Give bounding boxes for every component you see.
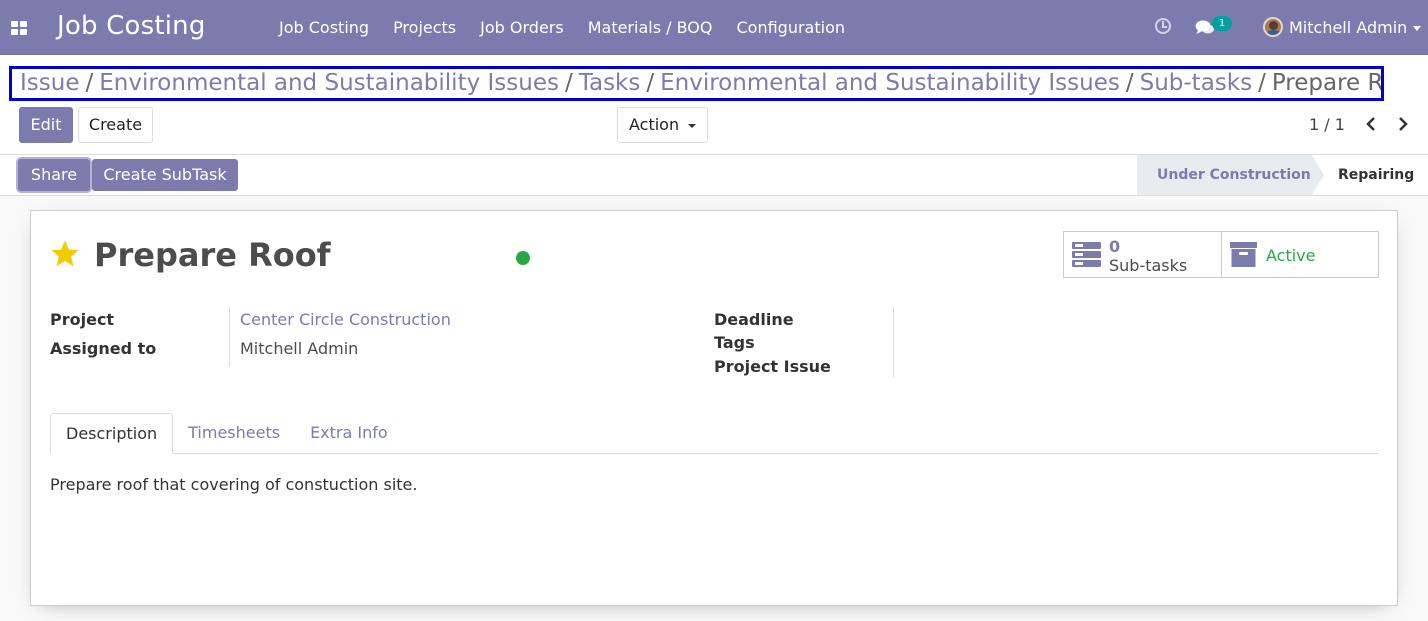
breadcrumb-separator: / <box>85 70 94 96</box>
menu-item-job-orders[interactable]: Job Orders <box>468 0 576 55</box>
tab-description[interactable]: Description <box>50 413 174 454</box>
caret-down-icon <box>688 124 696 128</box>
kanban-state-indicator[interactable] <box>516 251 530 265</box>
top-navbar: Job Costing Job Costing Projects Job Ord… <box>0 0 1428 55</box>
active-toggle-button[interactable]: Active <box>1221 232 1378 277</box>
app-brand[interactable]: Job Costing <box>57 11 206 41</box>
apps-menu-icon[interactable] <box>11 21 27 35</box>
project-label: Project <box>50 310 115 329</box>
breadcrumb-separator: / <box>646 70 655 96</box>
breadcrumb-link-environmental-issues-task[interactable]: Environmental and Sustainability Issues <box>660 70 1120 96</box>
breadcrumb-link-environmental-issues[interactable]: Environmental and Sustainability Issues <box>99 70 559 96</box>
breadcrumb: Issue / Environmental and Sustainability I… <box>9 66 1384 101</box>
tab-extra-info[interactable]: Extra Info <box>295 413 403 453</box>
breadcrumb-separator: / <box>1125 70 1134 96</box>
project-link[interactable]: Center Circle Construction <box>240 310 451 329</box>
task-title[interactable]: Prepare Roof <box>94 236 331 274</box>
form-sheet: Prepare Roof 0 Sub-tasks Active Project … <box>30 210 1398 606</box>
menu-item-materials-boq[interactable]: Materials / BOQ <box>576 0 725 55</box>
notebook-tabs: Description Timesheets Extra Info <box>50 413 1379 454</box>
assigned-to-value: Mitchell Admin <box>240 339 359 358</box>
project-issue-label: Project Issue <box>714 357 831 376</box>
subtasks-smart-button[interactable]: 0 Sub-tasks <box>1064 232 1221 277</box>
create-button[interactable]: Create <box>78 107 153 143</box>
form-statusbar: Share Create SubTask Under Construction … <box>0 155 1428 196</box>
edit-button[interactable]: Edit <box>19 107 73 143</box>
user-menu-caret-icon[interactable] <box>1413 26 1421 31</box>
description-text[interactable]: Prepare roof that covering of constuctio… <box>50 475 417 494</box>
archive-icon <box>1230 242 1257 267</box>
pager-previous-icon[interactable] <box>1364 116 1378 132</box>
smart-button-box: 0 Sub-tasks Active <box>1063 231 1379 278</box>
menu-item-projects[interactable]: Projects <box>381 0 468 55</box>
star-icon[interactable] <box>50 239 80 269</box>
action-label: Action <box>629 115 680 134</box>
stage-repairing[interactable]: Repairing <box>1324 155 1424 195</box>
active-status-label: Active <box>1266 246 1316 265</box>
main-menu: Job Costing Projects Job Orders Material… <box>267 0 857 55</box>
tags-label: Tags <box>714 333 755 352</box>
field-separator <box>229 307 230 367</box>
action-dropdown-button[interactable]: Action <box>617 107 708 143</box>
tab-timesheets[interactable]: Timesheets <box>173 413 295 453</box>
stage-under-construction[interactable]: Under Construction <box>1137 155 1324 195</box>
subtasks-count: 0 <box>1109 237 1121 256</box>
field-separator <box>893 307 894 377</box>
assigned-to-label: Assigned to <box>50 339 157 358</box>
breadcrumb-link-sub-tasks[interactable]: Sub-tasks <box>1140 70 1252 96</box>
subtasks-label: Sub-tasks <box>1109 256 1188 275</box>
user-avatar[interactable] <box>1263 17 1283 37</box>
breadcrumb-separator: / <box>564 70 573 96</box>
deadline-label: Deadline <box>714 310 794 329</box>
menu-item-job-costing[interactable]: Job Costing <box>267 0 381 55</box>
breadcrumb-current: Prepare Roof <box>1271 70 1383 96</box>
breadcrumb-link-issue[interactable]: Issue <box>20 70 79 96</box>
pager-value[interactable]: 1 / 1 <box>1309 115 1345 134</box>
chat-counter-badge: 1 <box>1212 16 1232 31</box>
share-button[interactable]: Share <box>18 159 90 191</box>
control-panel: Issue / Environmental and Sustainability I… <box>0 55 1428 155</box>
pager-next-icon[interactable] <box>1396 116 1410 132</box>
breadcrumb-separator: / <box>1258 70 1266 96</box>
breadcrumb-link-tasks[interactable]: Tasks <box>579 70 641 96</box>
tasks-icon <box>1072 242 1101 267</box>
user-menu-name[interactable]: Mitchell Admin <box>1289 18 1407 37</box>
menu-item-configuration[interactable]: Configuration <box>724 0 857 55</box>
activity-clock-icon[interactable] <box>1155 18 1171 34</box>
create-subtask-button[interactable]: Create SubTask <box>92 159 238 191</box>
